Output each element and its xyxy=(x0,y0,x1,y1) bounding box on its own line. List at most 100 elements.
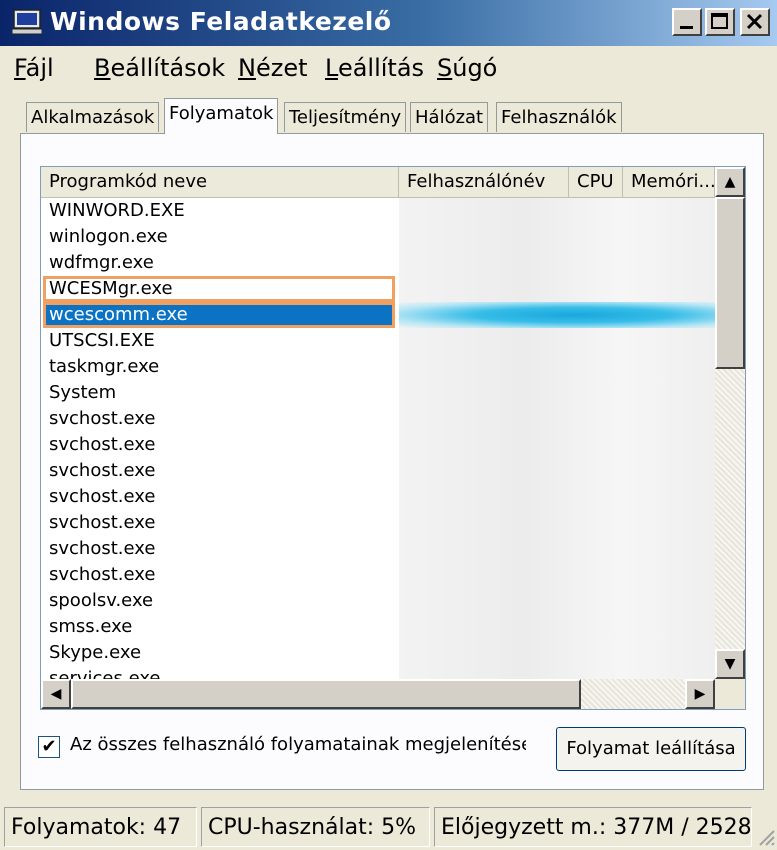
scroll-left-icon: ◀ xyxy=(50,686,62,702)
process-row[interactable]: svchost.exe xyxy=(41,536,715,562)
process-row[interactable]: UTSCSI.EXE xyxy=(41,328,715,354)
status-bar: Folyamatok: 47 CPU-használat: 5% Előjegy… xyxy=(0,805,777,850)
process-row[interactable]: WCESMgr.exe xyxy=(41,276,715,302)
menu-help[interactable]: Súgó xyxy=(437,54,497,82)
process-name: wcescomm.exe xyxy=(43,302,395,328)
blurred-details xyxy=(399,276,715,302)
status-commit-charge: Előjegyzett m.: 377M / 2528 xyxy=(434,807,752,847)
scroll-right-button[interactable]: ▶ xyxy=(685,679,715,709)
process-name: svchost.exe xyxy=(49,512,156,533)
process-row[interactable]: Skype.exe xyxy=(41,640,715,666)
column-image-name[interactable]: Programkód neve xyxy=(41,167,399,197)
end-process-button[interactable]: Folyamat leállítása xyxy=(556,727,746,771)
blurred-details xyxy=(399,198,715,224)
menu-view[interactable]: Nézet xyxy=(238,54,308,82)
blurred-details xyxy=(399,510,715,536)
scrollbar-corner xyxy=(715,679,745,709)
blurred-details xyxy=(399,380,715,406)
process-name: spoolsv.exe xyxy=(49,590,154,611)
horizontal-scroll-thumb[interactable] xyxy=(71,679,581,709)
process-row[interactable]: svchost.exe xyxy=(41,484,715,510)
task-manager-icon xyxy=(12,9,42,35)
blurred-details xyxy=(399,328,715,354)
close-button[interactable] xyxy=(740,8,770,36)
process-row[interactable]: WINWORD.EXE xyxy=(41,198,715,224)
scroll-down-icon: ▼ xyxy=(724,656,736,672)
menu-file[interactable]: Fájl xyxy=(14,54,54,82)
status-process-count: Folyamatok: 47 xyxy=(4,807,197,847)
tab-processes[interactable]: Folyamatok xyxy=(164,98,279,134)
process-row[interactable]: svchost.exe xyxy=(41,432,715,458)
scroll-down-button[interactable]: ▼ xyxy=(715,649,745,679)
column-user-name[interactable]: Felhasználónév xyxy=(399,167,569,197)
menu-options-accel: B xyxy=(94,54,111,82)
menu-options[interactable]: Beállítások xyxy=(94,54,225,82)
process-row[interactable]: winlogon.exe xyxy=(41,224,715,250)
scroll-up-button[interactable]: ▲ xyxy=(715,167,745,197)
tab-applications[interactable]: Alkalmazások xyxy=(26,102,160,132)
process-name: svchost.exe xyxy=(49,408,156,429)
vertical-scrollbar[interactable]: ▲ ▼ xyxy=(715,167,745,679)
process-row[interactable]: wdfmgr.exe xyxy=(41,250,715,276)
menu-help-rest: úgó xyxy=(452,54,498,82)
menu-view-accel: N xyxy=(238,54,256,82)
menu-options-rest: eállítások xyxy=(110,54,226,82)
blurred-details xyxy=(399,536,715,562)
menu-help-accel: S xyxy=(437,54,453,82)
show-all-users-checkbox[interactable]: ✔ xyxy=(38,736,60,758)
process-name: svchost.exe xyxy=(49,434,156,455)
minimize-icon xyxy=(680,26,693,29)
process-row[interactable]: spoolsv.exe xyxy=(41,588,715,614)
process-list[interactable]: Programkód neve Felhasználónév CPU Memór… xyxy=(40,166,746,710)
process-row[interactable]: taskmgr.exe xyxy=(41,354,715,380)
process-row[interactable]: System xyxy=(41,380,715,406)
blurred-details xyxy=(399,250,715,276)
vertical-scroll-thumb[interactable] xyxy=(715,197,745,369)
show-all-users-label[interactable]: Az összes felhasználó folyamatainak megj… xyxy=(70,734,526,755)
menu-view-rest: ézet xyxy=(255,54,308,82)
process-name: taskmgr.exe xyxy=(49,356,160,377)
menu-shutdown-accel: L xyxy=(325,54,338,82)
title-bar[interactable]: Windows Feladatkezelő xyxy=(0,0,777,46)
blurred-details xyxy=(399,588,715,614)
scroll-left-button[interactable]: ◀ xyxy=(41,679,71,709)
checkmark-icon: ✔ xyxy=(41,736,57,757)
resize-grip-icon[interactable] xyxy=(756,827,776,847)
tab-performance[interactable]: Teljesítmény xyxy=(284,102,407,132)
process-list-header: Programkód neve Felhasználónév CPU Memór… xyxy=(41,167,715,198)
process-row[interactable]: svchost.exe xyxy=(41,406,715,432)
process-name: winlogon.exe xyxy=(49,226,168,247)
scroll-right-icon: ▶ xyxy=(694,686,706,702)
menu-file-rest: ájl xyxy=(25,54,54,82)
blurred-details xyxy=(399,614,715,640)
blurred-details xyxy=(399,302,715,328)
tab-users[interactable]: Felhasználók xyxy=(496,102,622,132)
process-name: svchost.exe xyxy=(49,538,156,559)
blurred-details xyxy=(399,484,715,510)
process-name: Skype.exe xyxy=(49,642,142,663)
status-cpu-usage: CPU-használat: 5% xyxy=(201,807,430,847)
blurred-details xyxy=(399,640,715,666)
process-row[interactable]: svchost.exe xyxy=(41,458,715,484)
maximize-icon xyxy=(711,13,728,29)
window-title: Windows Feladatkezelő xyxy=(50,7,392,36)
horizontal-scrollbar[interactable]: ◀ ▶ xyxy=(41,679,715,709)
menu-shutdown-rest: eállítás xyxy=(337,54,425,82)
maximize-button[interactable] xyxy=(705,8,735,36)
process-name: UTSCSI.EXE xyxy=(49,330,155,351)
tab-networking[interactable]: Hálózat xyxy=(410,102,489,132)
menu-shutdown[interactable]: Leállítás xyxy=(325,54,424,82)
process-row[interactable]: wcescomm.exe xyxy=(41,302,715,328)
column-cpu[interactable]: CPU xyxy=(569,167,623,197)
column-memory[interactable]: Memóri... xyxy=(623,167,715,197)
process-name: smss.exe xyxy=(49,616,133,637)
blurred-details xyxy=(399,224,715,250)
blurred-details xyxy=(399,458,715,484)
blurred-details xyxy=(399,354,715,380)
blurred-details xyxy=(399,432,715,458)
minimize-button[interactable] xyxy=(672,8,702,36)
process-row[interactable]: svchost.exe xyxy=(41,562,715,588)
process-row[interactable]: smss.exe xyxy=(41,614,715,640)
process-row[interactable]: svchost.exe xyxy=(41,510,715,536)
process-name: WCESMgr.exe xyxy=(43,276,395,302)
